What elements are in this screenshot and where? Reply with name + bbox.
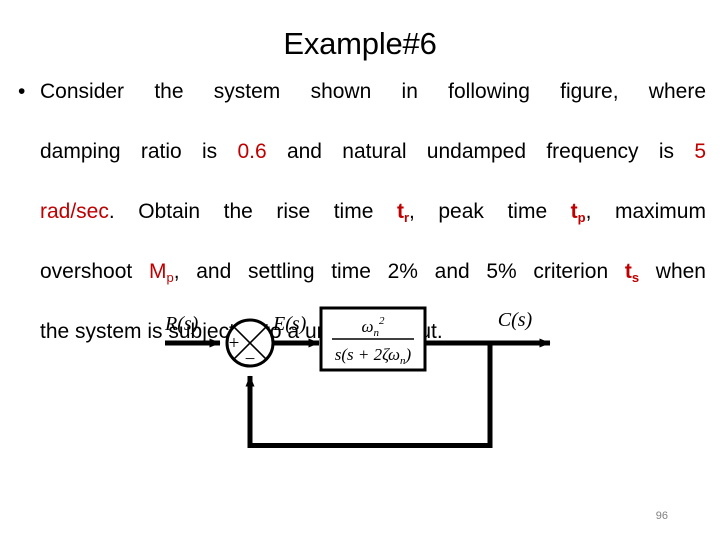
body-line-1: Consider the system shown in following f… (40, 77, 706, 137)
body-line-4-run-1: overshoot (40, 260, 149, 283)
body-line-2-run-3: and natural undamped frequency is (266, 140, 695, 163)
error-label: E(s) (272, 313, 307, 335)
plant-block: ωn2 s(s + 2ζωn) (319, 306, 427, 372)
body-line-3-run-6: , maximum (585, 200, 706, 223)
body-line-2-run-1: damping ratio is (40, 140, 238, 163)
slide-canvas: Example#6 • Consider the system shown in… (0, 0, 720, 540)
body-line-2: damping ratio is 0.6 and natural undampe… (40, 137, 706, 197)
transfer-function-denominator: s(s + 2ζωn) (335, 345, 412, 367)
frequency-unit: rad/sec (40, 200, 109, 223)
body-line-3: rad/sec. Obtain the rise time tr, peak t… (40, 197, 706, 257)
damping-ratio-value: 0.6 (237, 140, 267, 163)
page-title: Example#6 (283, 26, 437, 61)
natural-frequency-value: 5 (694, 140, 706, 163)
output-label: C(s) (498, 309, 533, 331)
input-label: R(s) (164, 313, 199, 335)
summing-junction: + − (225, 318, 275, 370)
max-overshoot-symbol: Mp (148, 260, 174, 285)
rise-time-symbol: tr (396, 200, 410, 225)
settling-time-symbol: ts (624, 260, 640, 285)
body-line-4-run-3: , and settling time 2% and 5% criterion (173, 260, 625, 283)
block-diagram: R(s) + − E(s) ωn2 s(s + 2ζωn) C(s) (140, 288, 580, 468)
body-line-4-run-5: when (639, 260, 706, 283)
page-number: 96 (655, 510, 668, 522)
body-line-1-run-1: Consider the system shown in following f… (40, 80, 706, 103)
body-line-3-run-2: . Obtain the rise time (108, 200, 397, 223)
body-line-3-run-4: , peak time (409, 200, 571, 223)
bullet-marker: • (18, 80, 26, 103)
summing-plus-sign: + (229, 333, 240, 354)
peak-time-symbol: tp (570, 200, 586, 225)
summing-minus-sign: − (245, 349, 256, 370)
